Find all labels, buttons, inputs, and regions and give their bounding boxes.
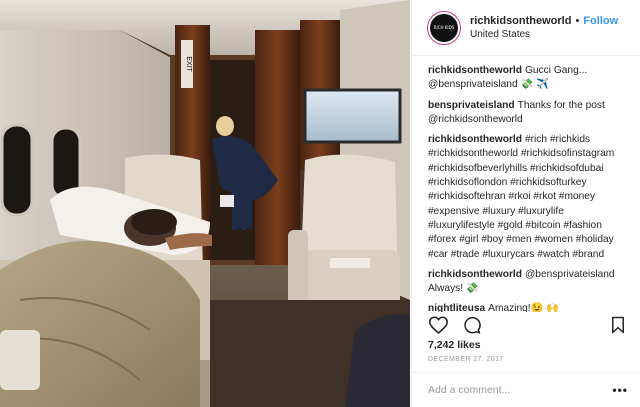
- comment-tag-link[interactable]: @bensprivateisland: [525, 269, 615, 280]
- username-link[interactable]: richkidsontheworld: [470, 15, 571, 27]
- comment-item: richkidsontheworld @bensprivateisland Alw…: [428, 268, 628, 297]
- comment-username[interactable]: nightliteusa: [428, 303, 485, 312]
- add-comment-bar: •••: [412, 372, 640, 407]
- comment-username[interactable]: richkidsontheworld: [428, 65, 522, 76]
- comment-icon[interactable]: [462, 315, 482, 335]
- comment-input[interactable]: [428, 384, 613, 396]
- action-bar: [412, 312, 640, 338]
- comment-tag-link[interactable]: #rich #richkids #richkidsontheworld #ric…: [428, 134, 614, 259]
- comment-username[interactable]: richkidsontheworld: [428, 134, 522, 145]
- comment-text: Gucci Gang...: [524, 65, 588, 76]
- bookmark-icon[interactable]: [608, 315, 628, 335]
- likes-count[interactable]: 7,242 likes: [428, 339, 481, 351]
- comment-text: Thanks for the post: [517, 99, 605, 111]
- post-sidebar: RICH KIDS richkidsontheworld • Follow Un…: [411, 0, 640, 407]
- comment-username[interactable]: richkidsontheworld: [428, 269, 522, 280]
- comment-text: Always! 💸: [428, 283, 479, 295]
- comment-text: 💸 ✈️: [517, 79, 549, 91]
- comment-item: nightliteusa Amazing!😉 🙌: [428, 302, 628, 312]
- comment-text: Amazing!😉 🙌: [488, 303, 559, 312]
- comment-item: bensprivateisland Thanks for the post @ri…: [428, 99, 628, 128]
- comment-tag-link[interactable]: @richkidsontheworld: [428, 114, 523, 125]
- separator-dot: •: [575, 15, 580, 27]
- follow-button[interactable]: Follow: [583, 15, 618, 27]
- avatar-logo-text: RICH KIDS: [433, 25, 455, 30]
- comment-username[interactable]: bensprivateisland: [428, 100, 515, 111]
- comments-list: richkidsontheworld Gucci Gang... @benspri…: [412, 56, 640, 312]
- header-row: richkidsontheworld • Follow: [470, 15, 618, 27]
- comment-item: richkidsontheworld #rich #richkids #richk…: [428, 133, 628, 262]
- comment-item: richkidsontheworld Gucci Gang... @benspri…: [428, 64, 628, 93]
- post-date[interactable]: DECEMBER 27, 2017: [428, 356, 504, 363]
- heart-icon[interactable]: [428, 315, 448, 335]
- post-image[interactable]: EXIT: [0, 0, 410, 407]
- exit-sign-text: EXIT: [185, 56, 192, 72]
- more-options-icon[interactable]: •••: [612, 383, 628, 397]
- jet-cabin-photo: EXIT: [0, 0, 410, 407]
- comment-tag-link[interactable]: @bensprivateisland: [428, 79, 518, 90]
- avatar[interactable]: RICH KIDS: [428, 11, 460, 44]
- location-link[interactable]: United States: [470, 29, 618, 40]
- header-text: richkidsontheworld • Follow United State…: [470, 15, 618, 40]
- post-header: RICH KIDS richkidsontheworld • Follow Un…: [412, 0, 640, 56]
